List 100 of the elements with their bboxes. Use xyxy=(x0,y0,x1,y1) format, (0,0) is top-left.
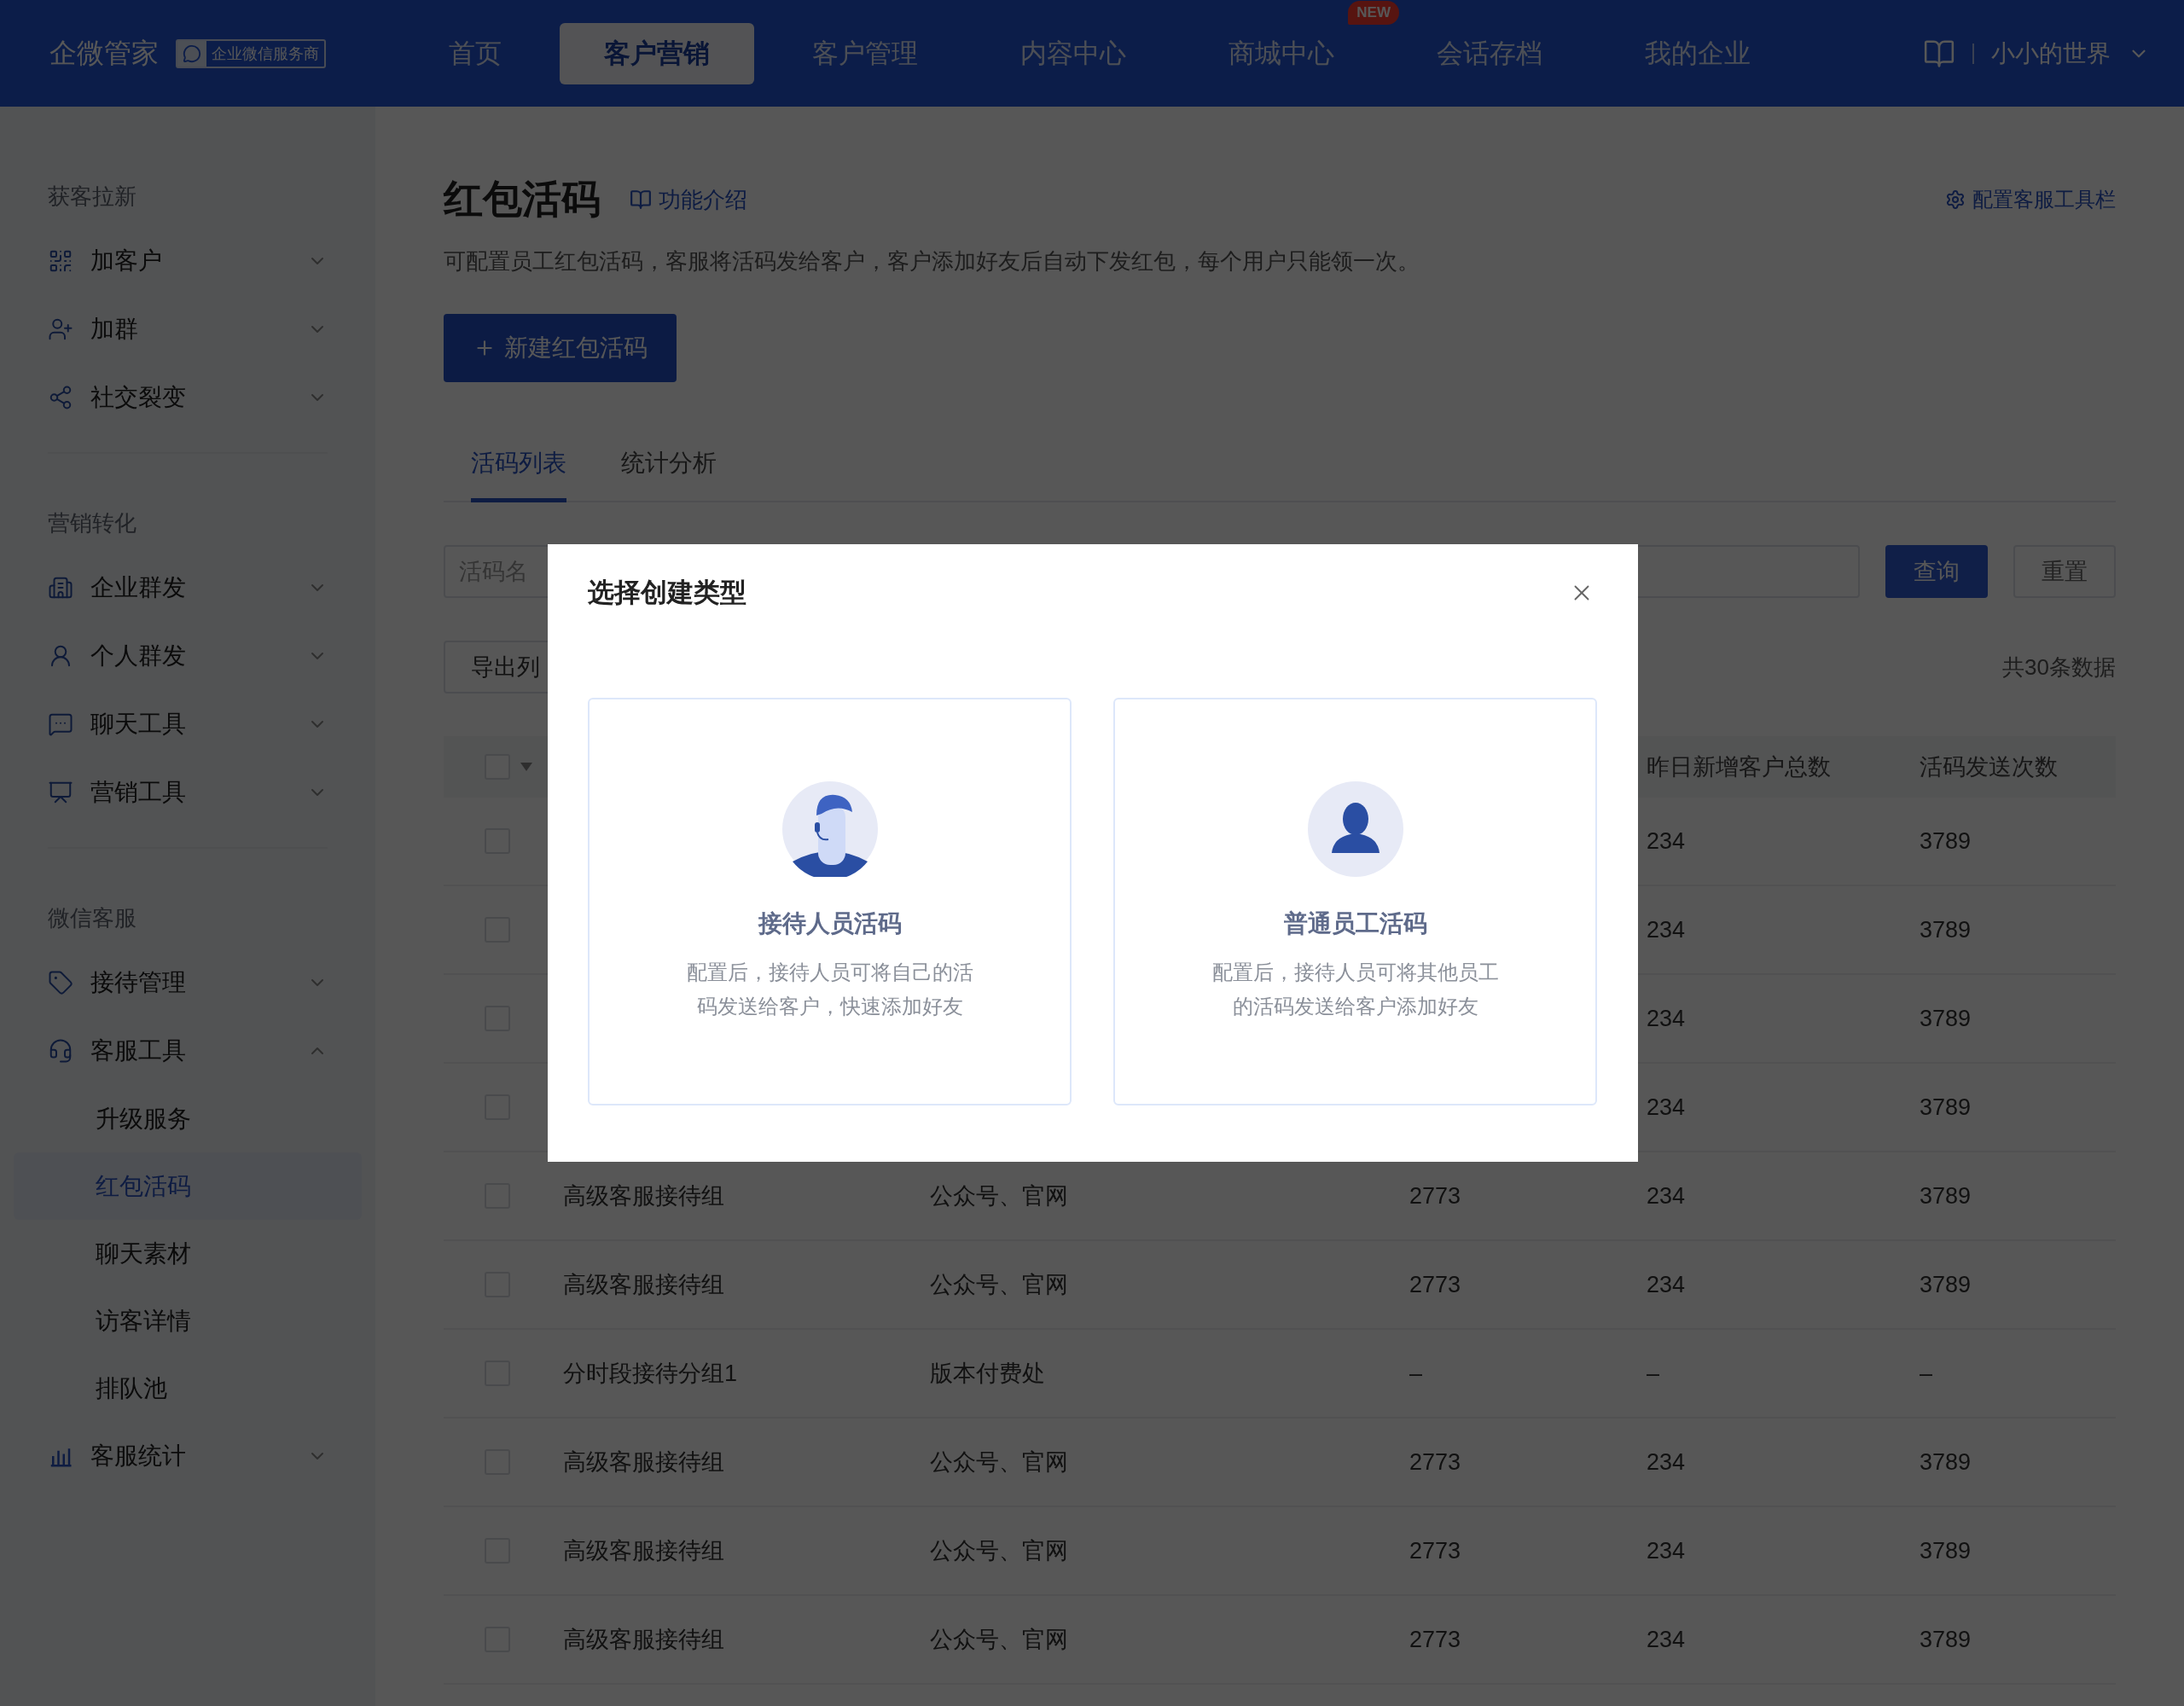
sidebar-item-label: 社交裂变 xyxy=(90,383,187,412)
table-cell: 3789 xyxy=(1920,1271,1972,1297)
table-cell: 3789 xyxy=(1920,1005,1972,1031)
table-cell: 3789 xyxy=(1920,916,1972,943)
column-header: 昨日新增客户总数 xyxy=(1647,754,1831,780)
building-icon xyxy=(48,575,73,601)
sidebar-subitem[interactable]: 访客详情 xyxy=(14,1287,362,1355)
table-cell: 高级客服接待组 xyxy=(563,1183,724,1209)
table-cell: 分时段接待分组1 xyxy=(563,1361,738,1386)
headset-icon xyxy=(48,1038,73,1064)
table-cell: 3789 xyxy=(1920,1094,1972,1120)
table-cell: 234 xyxy=(1647,916,1686,943)
total-count: 共30条数据 xyxy=(2002,653,2116,682)
option-title: 普通员工活码 xyxy=(1283,909,1427,938)
table-cell: 高级客服接待组 xyxy=(563,1272,724,1297)
column-header: 活码发送次数 xyxy=(1920,754,2058,780)
table-cell: 234 xyxy=(1647,1448,1686,1475)
nav-tab[interactable]: 内容中心 xyxy=(976,22,1170,84)
sidebar-item[interactable]: 加群 xyxy=(14,295,362,363)
table-cell: 234 xyxy=(1647,1537,1686,1564)
sidebar-item-label: 聊天工具 xyxy=(90,710,187,739)
table-cell: 公众号、官网 xyxy=(930,1183,1068,1209)
nav-tab[interactable]: 客户营销 xyxy=(560,22,754,84)
table-cell: 2773 xyxy=(1409,1271,1461,1297)
query-button[interactable]: 查询 xyxy=(1885,545,1988,598)
sidebar-item[interactable]: 企业群发 xyxy=(14,554,362,622)
tab[interactable]: 活码列表 xyxy=(471,432,566,502)
sidebar-item-label: 客服统计 xyxy=(90,1442,187,1471)
settings-icon xyxy=(1945,189,1966,210)
new-button[interactable]: 新建红包活码 xyxy=(444,314,677,382)
table-cell: 3789 xyxy=(1920,827,1972,854)
type-option-card[interactable]: 普通员工活码 配置后，接待人员可将其他员工 的活码发送给客户添加好友 xyxy=(1113,698,1597,1105)
table-cell: 234 xyxy=(1647,1005,1686,1031)
table-cell: 公众号、官网 xyxy=(930,1627,1068,1652)
table-cell: 版本付费处 xyxy=(930,1361,1045,1386)
qr-code-icon xyxy=(48,248,73,274)
page-description: 可配置员工红包活码，客服将活码发给客户，客户添加好友后自动下发红包，每个用户只能领一次。 xyxy=(444,247,1420,276)
tag-icon xyxy=(48,970,73,995)
table-cell: 3789 xyxy=(1920,1448,1972,1475)
sidebar-item[interactable]: 个人群发 xyxy=(14,622,362,690)
table-cell: – xyxy=(1409,1360,1423,1386)
sidebar-item[interactable]: 社交裂变 xyxy=(14,363,362,432)
type-option-card[interactable]: 接待人员活码 配置后，接待人员可将自己的活 码发送给客户，快速添加好友 xyxy=(588,698,1072,1105)
table-cell: 234 xyxy=(1647,1271,1686,1297)
sidebar-item-label: 加客户 xyxy=(90,247,163,276)
brand-logo: 企微管家 xyxy=(49,36,159,70)
sidebar-subitem[interactable]: 红包活码 xyxy=(14,1152,362,1220)
nav-tab[interactable]: 商城中心 xyxy=(1184,22,1379,84)
nav-tab[interactable]: 我的企业 xyxy=(1600,22,1795,84)
table-cell: 3789 xyxy=(1920,1537,1972,1564)
page-title: 红包活码 xyxy=(444,176,601,223)
chat-bubble-icon xyxy=(48,711,73,737)
sidebar-item[interactable]: 加客户 xyxy=(14,227,362,295)
table-cell: 234 xyxy=(1647,827,1686,854)
caret-down-icon[interactable] xyxy=(520,763,532,771)
share-icon xyxy=(48,385,73,410)
table-cell: 2773 xyxy=(1409,1182,1461,1209)
table-cell: 公众号、官网 xyxy=(930,1272,1068,1297)
sidebar-item[interactable]: 客服统计 xyxy=(14,1422,362,1490)
nav-tab[interactable]: 会话存档 xyxy=(1392,22,1587,84)
option-description: 配置后，接待人员可将其他员工 的活码发送给客户添加好友 xyxy=(1211,960,1499,1019)
user-plus-icon xyxy=(48,316,73,342)
option-title: 接待人员活码 xyxy=(758,909,902,938)
sidebar-subitem[interactable]: 排队池 xyxy=(14,1355,362,1422)
sidebar-item-label: 接待管理 xyxy=(90,968,187,997)
nav-tab[interactable]: 首页 xyxy=(404,22,546,84)
option-description: 配置后，接待人员可将自己的活 码发送给客户，快速添加好友 xyxy=(686,960,973,1019)
sidebar-item[interactable]: 聊天工具 xyxy=(14,690,362,758)
table-cell: 2773 xyxy=(1409,1626,1461,1652)
presentation-icon xyxy=(48,780,73,805)
table-cell: 234 xyxy=(1647,1182,1686,1209)
table-cell: 234 xyxy=(1647,1094,1686,1120)
nav-tab[interactable]: 客户管理 xyxy=(768,22,962,84)
tab[interactable]: 统计分析 xyxy=(621,432,717,502)
sidebar-item[interactable]: 接待管理 xyxy=(14,949,362,1017)
intro-link[interactable]: 功能介绍 xyxy=(630,184,747,215)
table-cell: 公众号、官网 xyxy=(930,1538,1068,1564)
table-cell: 高级客服接待组 xyxy=(563,1538,724,1564)
sidebar-item-label: 个人群发 xyxy=(90,641,187,670)
table-cell: 高级客服接待组 xyxy=(563,1449,724,1475)
table-cell: – xyxy=(1920,1360,1933,1386)
sidebar-subitem[interactable]: 聊天素材 xyxy=(14,1220,362,1287)
table-cell: 2773 xyxy=(1409,1537,1461,1564)
sidebar-item[interactable]: 营销工具 xyxy=(14,758,362,827)
table-cell: 234 xyxy=(1647,1626,1686,1652)
sidebar-item-label: 企业群发 xyxy=(90,573,187,602)
sidebar-item[interactable]: 客服工具 xyxy=(14,1017,362,1085)
book-icon xyxy=(630,189,652,211)
chat-icon xyxy=(183,44,201,63)
table-cell: 3789 xyxy=(1920,1626,1972,1652)
table-cell: 3789 xyxy=(1920,1182,1972,1209)
user-name[interactable]: 小小的世界 xyxy=(1991,37,2111,70)
brand-badge-text: 企业微信服务商 xyxy=(212,44,319,64)
table-cell: – xyxy=(1647,1360,1660,1386)
new-badge: NEW xyxy=(1348,0,1399,25)
sidebar-item-label: 加群 xyxy=(90,315,139,344)
sidebar-subitem[interactable]: 升级服务 xyxy=(14,1085,362,1152)
table-cell: 2773 xyxy=(1409,1448,1461,1475)
toolbar-config-link[interactable]: 配置客服工具栏 xyxy=(1945,186,2116,213)
dialog-title: 选择创建类型 xyxy=(588,577,746,609)
